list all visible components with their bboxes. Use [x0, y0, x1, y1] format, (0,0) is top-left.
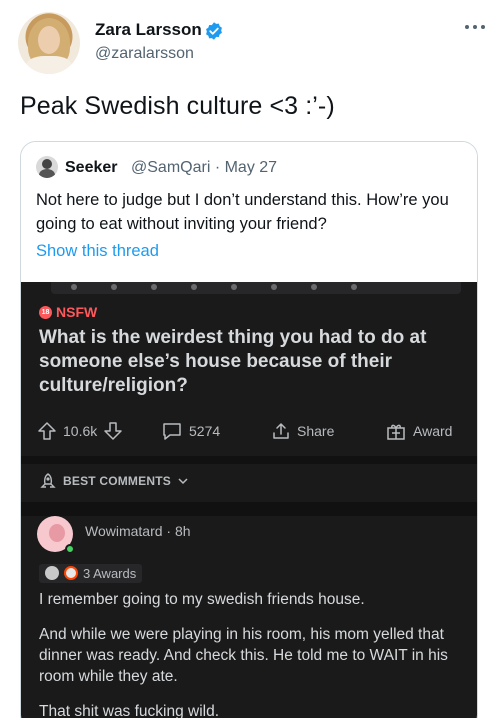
cropped-award-strip: [51, 282, 461, 294]
share-button: Share: [271, 416, 334, 446]
comments-button: 5274: [161, 416, 220, 446]
award-icon: [64, 566, 78, 580]
downvote-icon: [104, 422, 122, 440]
verified-badge-icon: [206, 22, 222, 40]
vote-control: 10.6k: [37, 416, 123, 446]
author-name[interactable]: Zara Larsson: [95, 20, 202, 40]
comment-paragraph: That shit was fucking wild.: [39, 703, 220, 718]
comment-paragraph: I remember going to my swedish friends h…: [39, 591, 365, 608]
nsfw-label: NSFW: [56, 304, 98, 320]
gift-icon: [387, 424, 405, 440]
tweet-header: Zara Larsson @zaralarsson: [18, 12, 488, 76]
quoted-author-handle-date: @SamQari · May 27: [131, 159, 278, 176]
commenter-meta: Wowimatard · 8h: [85, 523, 191, 539]
author-avatar[interactable]: [18, 12, 80, 74]
chevron-down-icon: [178, 478, 188, 485]
rocket-icon: [40, 473, 56, 488]
comment-awards: 3 Awards: [39, 562, 143, 584]
comment-paragraph: And while we were playing in his room, h…: [39, 626, 448, 685]
comment-body: I remember going to my swedish friends h…: [39, 589, 459, 718]
share-label: Share: [297, 423, 335, 439]
quoted-author-name: Seeker: [65, 159, 118, 176]
reddit-screenshot: 18 NSFW What is the weirdest thing you h…: [21, 282, 477, 718]
awards-pill: 3 Awards: [39, 563, 143, 583]
awards-count: 3 Awards: [83, 565, 137, 581]
share-icon: [273, 423, 289, 439]
post-actions: 10.6k 5274 Share Award: [21, 416, 477, 446]
sort-label: BEST COMMENTS: [63, 474, 171, 488]
vote-count: 10.6k: [63, 423, 98, 439]
tweet-text: Peak Swedish culture <3 :’-): [20, 92, 335, 120]
quoted-tweet-header: Seeker @SamQari · May 27 Not here to jud…: [21, 142, 477, 282]
divider: [21, 502, 477, 516]
show-thread-link[interactable]: Show this thread: [36, 242, 159, 261]
author-handle[interactable]: @zaralarsson: [95, 45, 194, 63]
online-indicator: [65, 544, 75, 554]
upvote-icon: [38, 422, 56, 440]
award-icon: [45, 566, 59, 580]
quoted-tweet-text: Not here to judge but I don’t understand…: [36, 191, 449, 233]
comment-count: 5274: [189, 423, 221, 439]
more-options-icon[interactable]: [464, 22, 486, 32]
post-title: What is the weirdest thing you had to do…: [39, 327, 427, 396]
quoted-tweet-card[interactable]: Seeker @SamQari · May 27 Not here to jud…: [20, 141, 478, 718]
award-label: Award: [413, 423, 453, 439]
comment-bubble-icon: [163, 423, 181, 440]
quoted-author-avatar: [36, 156, 58, 178]
divider: [21, 456, 477, 464]
award-button: Award: [385, 416, 452, 446]
comment-sort: BEST COMMENTS: [39, 466, 189, 496]
nsfw-badge-icon: 18: [39, 306, 52, 319]
